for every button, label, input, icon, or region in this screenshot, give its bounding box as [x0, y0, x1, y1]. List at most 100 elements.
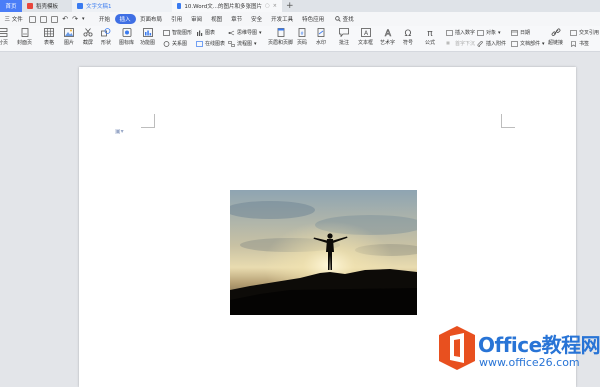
- watermark-icon: [317, 28, 325, 37]
- cover-page-button[interactable]: 封面页: [17, 28, 32, 46]
- search-icon: [334, 16, 341, 22]
- drop-cap-button[interactable]: 首字下沉: [446, 40, 475, 47]
- relation-icon: [163, 40, 170, 47]
- shape-icon: [101, 28, 111, 37]
- flowchart-button[interactable]: 流程图 ▾: [228, 40, 257, 47]
- wordart-icon: A: [384, 29, 392, 37]
- header-footer-button[interactable]: 页眉和页脚: [268, 28, 293, 46]
- page-break-button[interactable]: 分页: [0, 28, 8, 46]
- tab-label: 10.Word文...的图片和多张图片: [184, 4, 262, 10]
- chevron-down-icon[interactable]: ▾: [82, 16, 85, 22]
- tab-label: 文字文稿1: [86, 4, 112, 10]
- cross-ref-icon: [570, 29, 577, 36]
- menu-item[interactable]: 页面布局: [136, 15, 167, 23]
- function-chart-icon: [142, 28, 153, 37]
- silhouette-photo: [230, 190, 417, 315]
- textbox-button[interactable]: A 文本框: [358, 28, 373, 46]
- close-icon[interactable]: ×: [273, 3, 277, 9]
- symbol-button[interactable]: Ω 符号: [403, 28, 413, 46]
- icon-library-button[interactable]: 图标库: [119, 28, 134, 46]
- omega-icon: Ω: [405, 29, 412, 37]
- ribbon-insert: 分页 封面页 表格 图片 截屏 形状 图标库 功能图 智能图形 关系图 图表 在…: [0, 26, 600, 52]
- attachment-button[interactable]: 插入附件: [477, 40, 506, 47]
- mind-map-icon: [228, 30, 235, 35]
- paragraph-handle-icon[interactable]: ▣▾: [115, 128, 124, 135]
- file-menu[interactable]: 三 文件: [0, 15, 27, 23]
- docer-icon: [27, 3, 33, 9]
- tab-bar: 首页 稻壳模板 文字文稿1 10.Word文...的图片和多张图片 ○ × +: [0, 0, 600, 12]
- menu-item[interactable]: 开始: [95, 15, 115, 23]
- online-chart-button[interactable]: 在线图表: [196, 40, 225, 47]
- svg-text:A: A: [384, 29, 391, 37]
- tab-dot-icon: ○: [264, 3, 270, 9]
- menu-item[interactable]: 开发工具: [267, 15, 298, 23]
- watermark-url: www.office26.com: [479, 356, 580, 369]
- insert-number-button[interactable]: 插入数字: [446, 29, 475, 36]
- menu-item[interactable]: 特色应用: [298, 15, 329, 23]
- number-icon: [446, 29, 453, 36]
- wordart-button[interactable]: A 艺术字: [380, 28, 395, 46]
- mind-map-button[interactable]: 思维导图 ▾: [228, 29, 262, 36]
- chart-button[interactable]: 图表: [196, 29, 215, 36]
- comment-button[interactable]: 批注: [339, 28, 349, 46]
- doc-parts-icon: [511, 40, 518, 47]
- formula-button[interactable]: π 公式: [425, 28, 435, 46]
- writer-icon: [77, 3, 83, 9]
- paperclip-icon: [477, 40, 483, 47]
- margin-mark-top-right: [501, 114, 515, 128]
- search-button[interactable]: 查找: [329, 15, 360, 23]
- shape-button[interactable]: 形状: [101, 28, 111, 46]
- menu-item[interactable]: 审阅: [187, 15, 207, 23]
- cross-ref-button[interactable]: 交叉引用: [570, 29, 599, 36]
- menu-item[interactable]: 章节: [227, 15, 247, 23]
- writer-icon: [177, 3, 182, 9]
- online-chart-icon: [196, 40, 203, 47]
- menu-item[interactable]: 视图: [207, 15, 227, 23]
- smart-shape-button[interactable]: 智能图形: [163, 29, 192, 36]
- doc-parts-button[interactable]: 文档部件 ▾: [511, 40, 545, 47]
- cover-page-icon: [21, 28, 28, 37]
- relation-chart-button[interactable]: 关系图: [163, 40, 187, 47]
- screenshot-button[interactable]: 截屏: [83, 28, 93, 46]
- date-button[interactable]: 日期: [511, 29, 530, 36]
- svg-text:A: A: [363, 30, 368, 37]
- preview-icon[interactable]: [51, 15, 59, 23]
- function-chart-button[interactable]: 功能图: [140, 28, 155, 46]
- icon-library-icon: [122, 28, 131, 37]
- watermark-button[interactable]: 水印: [316, 28, 326, 46]
- pi-icon: π: [427, 29, 433, 37]
- undo-icon[interactable]: ↶: [62, 15, 68, 23]
- watermark-title: Office教程网: [478, 333, 600, 357]
- table-icon: [44, 28, 54, 37]
- margin-mark-top-left: [141, 114, 155, 128]
- tab-label: 稻壳模板: [36, 4, 59, 10]
- page-number-button[interactable]: # 页码: [297, 28, 307, 46]
- textbox-icon: A: [360, 28, 371, 37]
- tab-doc2[interactable]: 10.Word文...的图片和多张图片 ○ ×: [172, 0, 282, 12]
- drop-cap-icon: [446, 41, 450, 44]
- menu-item[interactable]: 安全: [247, 15, 267, 23]
- print-icon[interactable]: [40, 15, 48, 23]
- svg-text:#: #: [300, 31, 304, 36]
- link-icon: [551, 28, 560, 36]
- hyperlink-button[interactable]: 超链接: [548, 28, 563, 46]
- menu-item[interactable]: 插入: [114, 14, 136, 24]
- scissors-icon: [83, 28, 93, 37]
- table-button[interactable]: 表格: [44, 28, 54, 46]
- page-number-icon: #: [298, 28, 306, 37]
- office-logo: [439, 326, 475, 370]
- bookmark-button[interactable]: 书签: [570, 40, 589, 47]
- redo-icon[interactable]: ↷: [72, 15, 78, 23]
- inserted-picture[interactable]: [230, 190, 417, 315]
- save-icon[interactable]: [29, 15, 37, 23]
- picture-icon: [64, 28, 74, 37]
- tab-doc1[interactable]: 文字文稿1: [72, 0, 172, 12]
- object-button[interactable]: 对象 ▾: [477, 29, 501, 36]
- picture-button[interactable]: 图片: [64, 28, 74, 46]
- new-tab-button[interactable]: +: [282, 0, 298, 12]
- calendar-icon: [511, 29, 518, 36]
- menu-item[interactable]: 引用: [167, 15, 187, 23]
- chart-icon: [197, 30, 203, 36]
- tab-template[interactable]: 稻壳模板: [22, 0, 72, 12]
- tab-home[interactable]: 首页: [0, 0, 22, 12]
